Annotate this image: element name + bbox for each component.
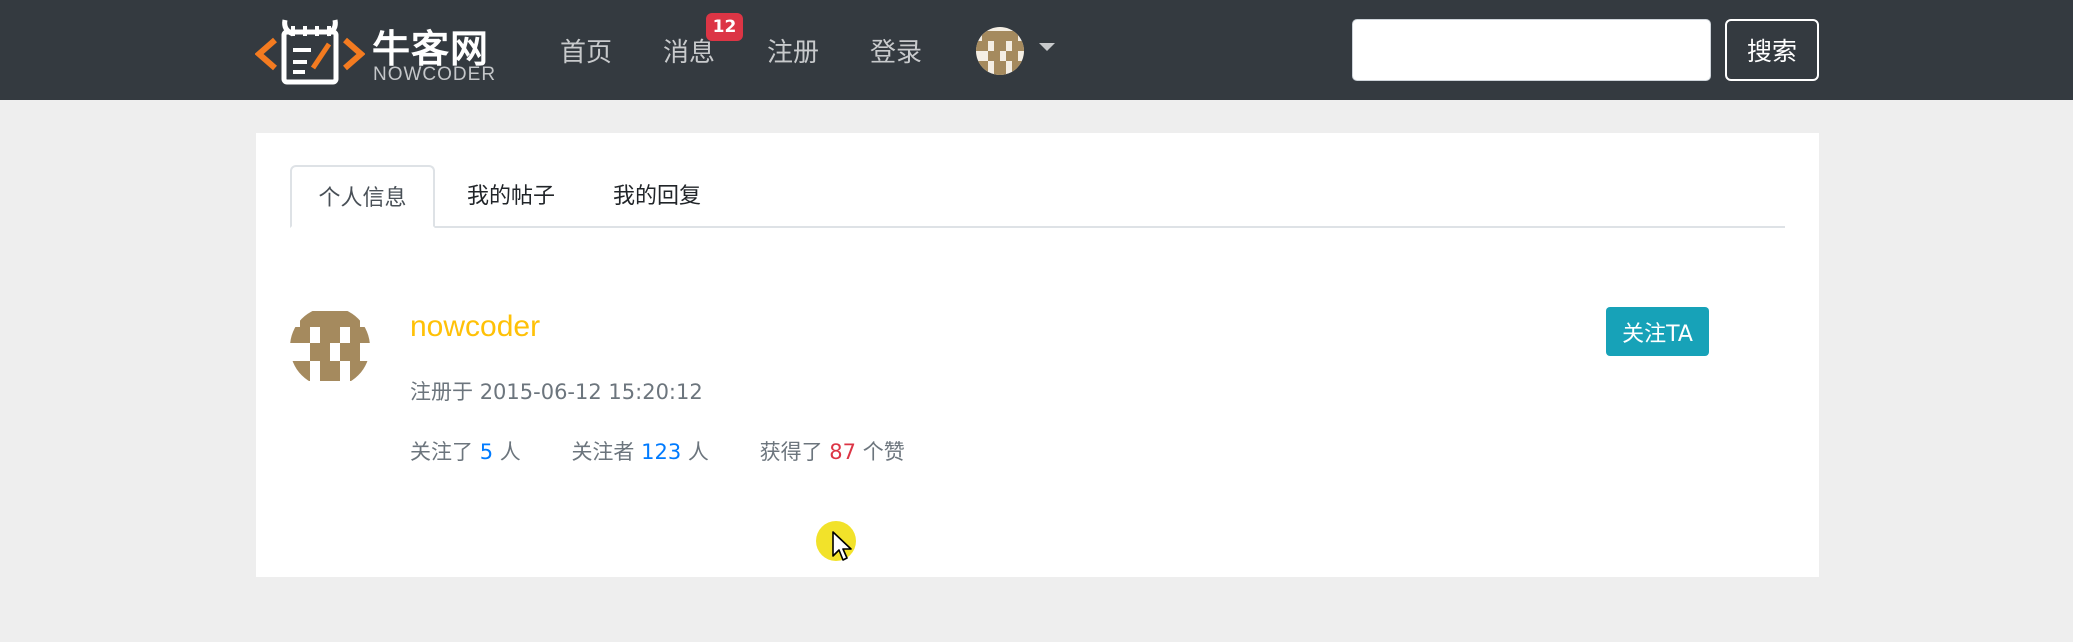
search-input[interactable] bbox=[1352, 19, 1711, 81]
registered-prefix: 注册于 bbox=[410, 380, 473, 404]
followers-stat[interactable]: 关注者 123 人 bbox=[571, 436, 708, 466]
followers-count[interactable]: 123 bbox=[641, 440, 681, 464]
profile-username: nowcoder bbox=[410, 310, 541, 343]
search-button[interactable]: 搜索 bbox=[1725, 19, 1819, 81]
identicon-avatar-icon bbox=[290, 307, 370, 387]
user-menu-avatar[interactable] bbox=[976, 27, 1024, 75]
nav-register-link[interactable]: 注册 bbox=[767, 32, 819, 69]
identicon-avatar-icon bbox=[976, 27, 1024, 75]
likes-stat: 获得了 87 个赞 bbox=[760, 436, 905, 466]
tab-my-replies[interactable]: 我的回复 bbox=[588, 165, 726, 228]
message-count-badge: 12 bbox=[706, 13, 743, 41]
following-prefix: 关注了 bbox=[410, 440, 473, 464]
nav-login-link[interactable]: 登录 bbox=[870, 32, 922, 69]
following-count[interactable]: 5 bbox=[480, 440, 493, 464]
registered-timestamp: 2015-06-12 15:20:12 bbox=[479, 380, 703, 404]
following-stat[interactable]: 关注了 5 人 bbox=[410, 436, 521, 466]
tab-profile-info[interactable]: 个人信息 bbox=[290, 165, 435, 228]
likes-prefix: 获得了 bbox=[759, 440, 823, 464]
caret-down-icon[interactable] bbox=[1039, 43, 1055, 51]
profile-card: 个人信息 我的帖子 我的回复 nowcoder 注册于 2015-06-12 1… bbox=[256, 133, 1819, 577]
nowcoder-logo-icon bbox=[255, 19, 365, 85]
followers-suffix: 人 bbox=[687, 440, 709, 464]
tab-my-posts[interactable]: 我的帖子 bbox=[442, 165, 580, 228]
following-suffix: 人 bbox=[499, 440, 521, 464]
top-navbar: 牛客网 NOWCODER 首页 消息 12 注册 登录 搜索 bbox=[0, 0, 2073, 100]
followers-prefix: 关注者 bbox=[571, 440, 635, 464]
brand-logo[interactable]: 牛客网 NOWCODER bbox=[255, 14, 505, 88]
brand-name-en: NOWCODER bbox=[373, 64, 497, 85]
likes-suffix: 个赞 bbox=[862, 440, 905, 464]
profile-avatar bbox=[290, 307, 370, 387]
follow-button[interactable]: 关注TA bbox=[1606, 307, 1709, 356]
profile-stats: 关注了 5 人 关注者 123 人 获得了 87 个赞 bbox=[410, 436, 949, 466]
mouse-pointer-icon bbox=[832, 531, 852, 561]
registration-date: 注册于 2015-06-12 15:20:12 bbox=[410, 376, 703, 406]
nav-home-link[interactable]: 首页 bbox=[560, 32, 612, 69]
likes-count: 87 bbox=[829, 440, 857, 464]
